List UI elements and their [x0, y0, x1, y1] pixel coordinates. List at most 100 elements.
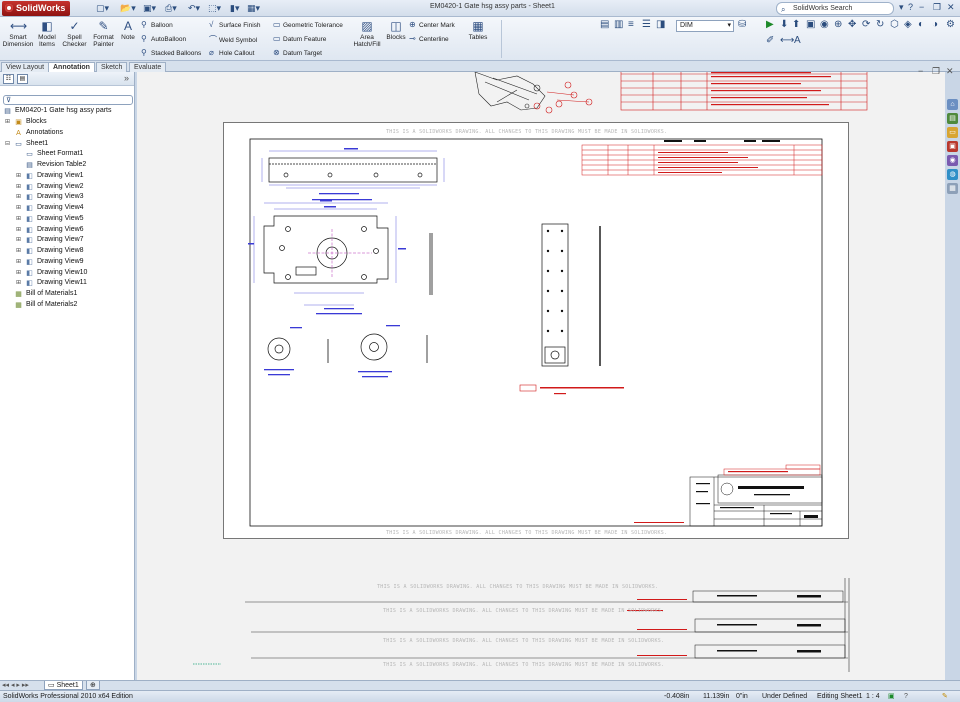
expand-toggle-icon[interactable]: ⊞	[16, 204, 21, 211]
solidworks-forum-icon[interactable]: ▦	[947, 183, 958, 194]
sketch-icon[interactable]: ✐	[766, 35, 774, 46]
tree-item-drawing-view2[interactable]: ◧ Drawing View2	[25, 182, 83, 193]
smart-dimension-button[interactable]: ⟷ Smart Dimension	[2, 19, 34, 48]
centerline-button[interactable]: ⊸ Centerline	[409, 34, 449, 43]
tree-item-drawing-view11[interactable]: ◧ Drawing View11	[25, 278, 87, 289]
tree-item-blocks[interactable]: ▣ Blocks	[14, 117, 46, 128]
feature-tree-icon[interactable]: ☷	[3, 74, 14, 84]
center-mark-button[interactable]: ⊕ Center Mark	[409, 20, 455, 29]
redraw-icon[interactable]: ↻	[876, 19, 884, 30]
tree-item-drawing-view4[interactable]: ◧ Drawing View4	[25, 203, 83, 214]
appearances-icon[interactable]: ◉	[947, 155, 958, 166]
datum-feature-button[interactable]: ▭ Datum Feature	[273, 34, 326, 43]
tree-item-drawing-view10[interactable]: ◧ Drawing View10	[25, 268, 87, 279]
doc-minimize-icon[interactable]: −	[918, 66, 923, 76]
color-display-icon[interactable]: ◨	[656, 19, 665, 30]
zoom-fit-icon[interactable]: ▣	[806, 19, 815, 30]
tab-evaluate[interactable]: Evaluate	[129, 62, 167, 72]
spell-checker-button[interactable]: ✓ Spell Checker	[61, 19, 88, 48]
import-icon[interactable]: ⬇	[780, 19, 788, 30]
help-status-icon[interactable]: ?	[904, 691, 908, 702]
autoballoon-button[interactable]: ⚲ AutoBalloon	[141, 34, 186, 43]
expand-toggle-icon[interactable]: ⊟	[5, 140, 10, 147]
weld-symbol-button[interactable]: ⌒ Weld Symbol	[209, 34, 257, 45]
tree-item-drawing-view9[interactable]: ◧ Drawing View9	[25, 257, 83, 268]
layer-properties-icon[interactable]: ▥	[614, 19, 623, 30]
blocks-button[interactable]: ◫ Blocks	[386, 19, 406, 41]
tree-filter-input[interactable]: ⊽	[3, 95, 133, 105]
resources-icon[interactable]: ⌂	[947, 99, 958, 110]
expand-toggle-icon[interactable]: ⊞	[16, 247, 21, 254]
design-library-icon[interactable]: ▤	[947, 113, 958, 124]
note-button[interactable]: A Note	[119, 19, 137, 41]
sheet-nav-arrows[interactable]: ◂◂ ◂ ▸ ▸▸	[2, 681, 29, 689]
zoom-area-icon[interactable]: ◉	[820, 19, 829, 30]
tree-item-annotations[interactable]: A Annotations	[14, 128, 63, 139]
tree-item-drawing-view6[interactable]: ◧ Drawing View6	[25, 225, 83, 236]
tree-item-drawing-view7[interactable]: ◧ Drawing View7	[25, 235, 83, 246]
close-icon[interactable]: ✕	[947, 2, 955, 13]
tree-root[interactable]: ▤ EM0420-1 Gate hsg assy parts	[3, 106, 111, 117]
customize-icon[interactable]: ⚙	[946, 19, 955, 30]
line-format-icon[interactable]: ▤	[600, 19, 609, 30]
note-small-icon[interactable]: A	[794, 35, 801, 46]
restore-icon[interactable]: ❐	[933, 2, 941, 13]
select-icon[interactable]: ⬚▾	[208, 2, 221, 15]
expand-toggle-icon[interactable]: ⊞	[16, 236, 21, 243]
expand-toggle-icon[interactable]: ⊞	[16, 258, 21, 265]
model-items-button[interactable]: ◧ Model Items	[36, 19, 58, 48]
expand-toggle-icon[interactable]: ⊞	[16, 172, 21, 179]
expand-toggle-icon[interactable]: ⊞	[16, 269, 21, 276]
layer-dropdown[interactable]: DIM	[676, 20, 734, 32]
line-style-icon[interactable]: ≡	[628, 19, 634, 30]
hole-callout-button[interactable]: ⌀ Hole Callout	[209, 48, 254, 57]
undo-icon[interactable]: ↶▾	[188, 2, 200, 15]
area-hatch-button[interactable]: ▨ Area Hatch/Fill	[352, 19, 382, 48]
rebuild-status-icon[interactable]: ▣	[888, 691, 895, 702]
tab-annotation[interactable]: Annotation	[48, 62, 95, 72]
tree-item-drawing-view8[interactable]: ◧ Drawing View8	[25, 246, 83, 257]
expand-toggle-icon[interactable]: ⊞	[16, 279, 21, 286]
geometric-tolerance-button[interactable]: ▭ Geometric Tolerance	[273, 20, 343, 29]
file-explorer-icon[interactable]: ▭	[947, 127, 958, 138]
format-painter-button[interactable]: ✎ Format Painter	[90, 19, 117, 48]
doc-close-icon[interactable]: ✕	[946, 66, 954, 77]
view-orientation-icon[interactable]: ⬡	[890, 19, 899, 30]
options-icon[interactable]: ▦▾	[247, 2, 260, 15]
run-macro-icon[interactable]: ▶	[766, 19, 774, 30]
open-icon[interactable]: 📂▾	[120, 2, 136, 15]
tree-item-sheet1[interactable]: ▭ Sheet1	[14, 139, 48, 150]
hide-show-icon[interactable]: ◐	[918, 19, 924, 30]
search-input[interactable]: ⌕ SolidWorks Search	[776, 2, 894, 15]
tab-sketch[interactable]: Sketch	[96, 62, 128, 72]
scale-status[interactable]: 1 : 4	[866, 691, 880, 702]
tables-button[interactable]: ▦ Tables	[466, 19, 490, 41]
expand-panel-icon[interactable]: »	[124, 73, 129, 83]
tree-item-bill-of-materials1[interactable]: ▦ Bill of Materials1	[14, 289, 77, 300]
help-icon[interactable]: ?	[908, 2, 913, 12]
tree-item-bill-of-materials2[interactable]: ▦ Bill of Materials2	[14, 300, 77, 311]
new-document-icon[interactable]: ▢▾	[96, 2, 109, 15]
balloon-button[interactable]: ⚲ Balloon	[141, 20, 173, 29]
zoom-in-icon[interactable]: ⊕	[834, 19, 842, 30]
doc-restore-icon[interactable]: ❐	[932, 66, 940, 77]
layer-manager-icon[interactable]: ⛁	[738, 19, 746, 30]
surface-finish-button[interactable]: √ Surface Finish	[209, 20, 261, 29]
add-sheet-tab[interactable]: ⊕	[86, 681, 100, 690]
expand-toggle-icon[interactable]: ⊞	[16, 193, 21, 200]
line-thickness-icon[interactable]: ☰	[642, 19, 651, 30]
display-style-icon[interactable]: ◈	[904, 19, 912, 30]
sheet-tab-sheet1[interactable]: ▭ Sheet1	[44, 681, 83, 690]
minimize-icon[interactable]: −	[919, 2, 924, 12]
tree-item-revision-table2[interactable]: ▤ Revision Table2	[25, 160, 86, 171]
expand-toggle-icon[interactable]: ⊞	[16, 215, 21, 222]
save-icon[interactable]: ▣▾	[143, 2, 156, 15]
graphics-area[interactable]: THIS IS A SOLIDWORKS DRAWING. ALL CHANGE…	[137, 72, 945, 680]
view-palette-icon[interactable]: ▣	[947, 141, 958, 152]
pan-icon[interactable]: ✥	[848, 19, 856, 30]
custom-properties-icon[interactable]: ◍	[947, 169, 958, 180]
export-icon[interactable]: ⬆	[792, 19, 800, 30]
datum-target-button[interactable]: ⊗ Datum Target	[273, 48, 322, 57]
tree-item-drawing-view5[interactable]: ◧ Drawing View5	[25, 214, 83, 225]
tree-item-drawing-view1[interactable]: ◧ Drawing View1	[25, 171, 83, 182]
